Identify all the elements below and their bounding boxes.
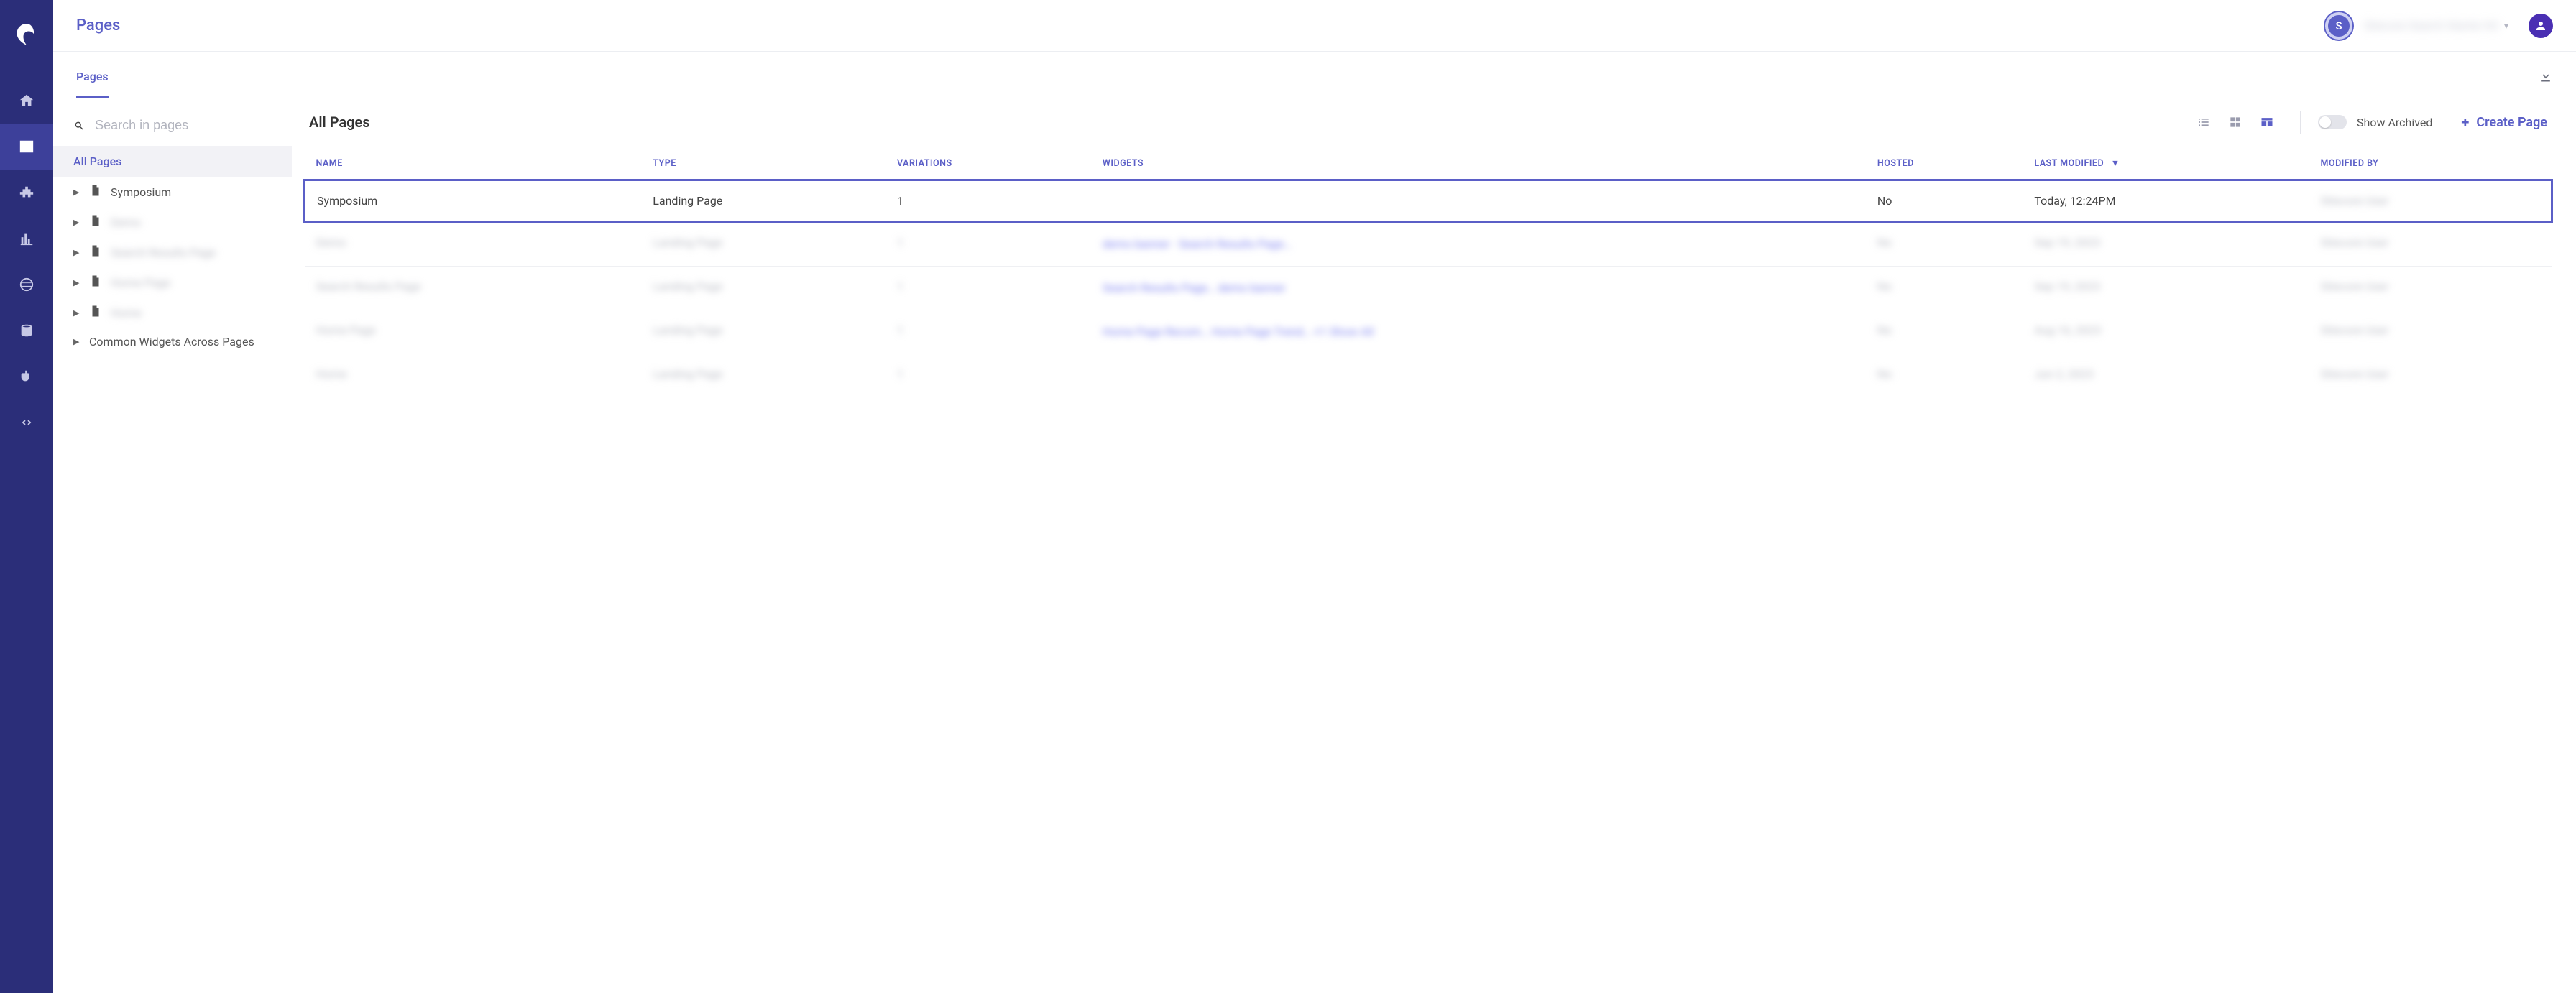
- nav-plugins[interactable]: [0, 354, 53, 399]
- table-row[interactable]: Home Landing Page 1 No Jun 2, 2023 Sitec…: [305, 354, 2552, 394]
- tab-pages[interactable]: Pages: [76, 70, 109, 98]
- table-row[interactable]: Search Results Page Landing Page 1 Searc…: [305, 267, 2552, 310]
- pages-table: NAME TYPE VARIATIONS WIDGETS HOSTED LAST…: [303, 148, 2553, 394]
- caret-icon: ▶: [73, 278, 80, 287]
- content-toolbar: All Pages Show Archived + Create Page: [303, 111, 2553, 134]
- caret-icon: ▶: [73, 218, 80, 227]
- caret-icon: ▶: [73, 248, 80, 257]
- sidebar-item-common-widgets[interactable]: ▶ Common Widgets Across Pages: [53, 328, 292, 356]
- table-icon: [2260, 115, 2274, 129]
- content-area: All Pages Show Archived + Create Page: [292, 103, 2576, 993]
- show-archived-label: Show Archived: [2357, 116, 2432, 129]
- sort-desc-icon: ▼: [2111, 158, 2120, 169]
- search-pages[interactable]: [53, 111, 292, 146]
- nav-pages[interactable]: [0, 124, 53, 170]
- file-icon: [89, 214, 102, 230]
- view-grid-button[interactable]: [2220, 115, 2251, 129]
- table-row[interactable]: Demo Landing Page 1 demo banner · Search…: [305, 222, 2552, 267]
- tabs-bar: Pages: [53, 52, 2576, 103]
- caret-icon: ▶: [73, 337, 80, 346]
- nav-rail: [0, 0, 53, 993]
- person-icon: [2534, 19, 2547, 32]
- tenant-name[interactable]: Sitecore Search Starter Kit: [2364, 19, 2498, 32]
- col-last-modified[interactable]: LAST MODIFIED ▼: [2023, 148, 2309, 180]
- sidebar-item-symposium[interactable]: ▶ Symposium: [53, 177, 292, 207]
- app-logo[interactable]: [12, 20, 41, 49]
- nav-data[interactable]: [0, 308, 53, 354]
- table-row[interactable]: Symposium Landing Page 1 No Today, 12:24…: [305, 180, 2552, 222]
- col-variations[interactable]: VARIATIONS: [886, 148, 1091, 180]
- col-type[interactable]: TYPE: [641, 148, 886, 180]
- nav-home[interactable]: [0, 78, 53, 124]
- toolbar-divider: [2300, 111, 2301, 134]
- show-archived-toggle[interactable]: [2318, 115, 2347, 129]
- col-name[interactable]: NAME: [305, 148, 642, 180]
- tenant-badge[interactable]: S: [2325, 12, 2352, 40]
- file-icon: [89, 305, 102, 320]
- col-widgets[interactable]: WIDGETS: [1091, 148, 1866, 180]
- sidebar-item-home-page[interactable]: ▶ Home Page: [53, 267, 292, 297]
- caret-icon: ▶: [73, 188, 80, 197]
- sidebar-item-demo[interactable]: ▶ Demo: [53, 207, 292, 237]
- download-icon: [2539, 69, 2553, 83]
- download-button[interactable]: [2539, 69, 2553, 86]
- nav-dev[interactable]: [0, 399, 53, 445]
- col-hosted[interactable]: HOSTED: [1866, 148, 2023, 180]
- file-icon: [89, 274, 102, 290]
- sidebar-item-search-results[interactable]: ▶ Search Results Page: [53, 237, 292, 267]
- create-page-button[interactable]: + Create Page: [2461, 114, 2547, 131]
- search-input[interactable]: [95, 118, 277, 133]
- nav-global[interactable]: [0, 262, 53, 308]
- sidebar-all-pages[interactable]: All Pages: [53, 146, 292, 177]
- col-modified-by[interactable]: MODIFIED BY: [2309, 148, 2552, 180]
- file-icon: [89, 184, 102, 200]
- content-heading: All Pages: [309, 114, 370, 131]
- left-sidebar: All Pages ▶ Symposium ▶ Demo ▶ Search Re…: [53, 103, 292, 993]
- user-avatar[interactable]: [2529, 14, 2553, 38]
- nav-widgets[interactable]: [0, 170, 53, 216]
- sidebar-item-home[interactable]: ▶ Home: [53, 297, 292, 328]
- tenant-caret-icon[interactable]: ▾: [2504, 21, 2508, 31]
- search-icon: [73, 119, 85, 132]
- top-bar: Pages S Sitecore Search Starter Kit ▾: [53, 0, 2576, 52]
- grid-icon: [2228, 115, 2242, 129]
- main-area: Pages S Sitecore Search Starter Kit ▾ Pa…: [53, 0, 2576, 993]
- table-row[interactable]: Home Page Landing Page 1 Home Page Recom…: [305, 310, 2552, 354]
- list-icon: [2196, 115, 2211, 129]
- page-title: Pages: [76, 17, 120, 34]
- caret-icon: ▶: [73, 308, 80, 318]
- nav-analytics[interactable]: [0, 216, 53, 262]
- view-list-button[interactable]: [2188, 115, 2220, 129]
- file-icon: [89, 244, 102, 260]
- plus-icon: +: [2461, 114, 2469, 131]
- view-table-button[interactable]: [2251, 115, 2283, 129]
